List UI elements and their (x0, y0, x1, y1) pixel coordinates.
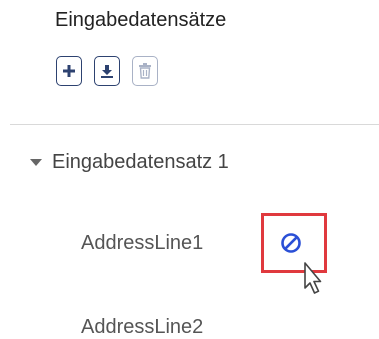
divider (10, 124, 379, 125)
download-icon (101, 65, 113, 78)
mouse-cursor-icon (304, 262, 322, 294)
ban-icon (281, 233, 301, 253)
exclude-button[interactable] (279, 231, 303, 255)
plus-icon (63, 65, 75, 77)
download-dataset-button[interactable] (94, 56, 120, 86)
delete-dataset-button[interactable] (132, 56, 158, 86)
caret-down-icon[interactable] (30, 159, 42, 166)
tree-item-addressline1[interactable]: AddressLine1 (81, 232, 203, 255)
tree-group-dataset-1[interactable]: Eingabedatensatz 1 (30, 151, 229, 174)
input-datasets-panel: Eingabedatensätze Eingabedatensatz 1 Add… (0, 0, 379, 339)
dataset-toolbar (56, 56, 158, 86)
add-dataset-button[interactable] (56, 56, 82, 86)
section-title: Eingabedatensätze (55, 9, 227, 31)
tree-group-label: Eingabedatensatz 1 (52, 151, 229, 173)
tree-item-addressline2[interactable]: AddressLine2 (81, 316, 203, 339)
trash-icon (139, 63, 151, 79)
